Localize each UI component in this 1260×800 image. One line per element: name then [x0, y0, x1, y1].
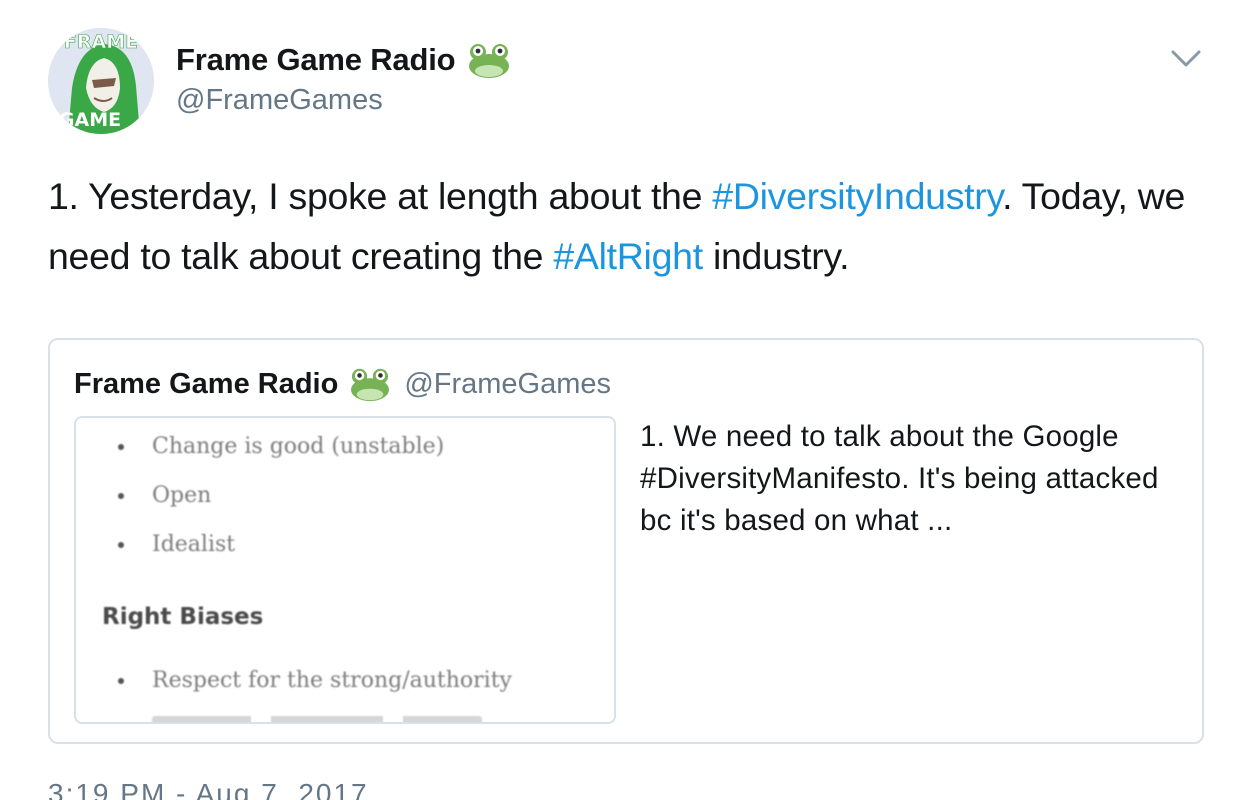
doc-bullet-item: Open	[118, 483, 211, 508]
author-handle[interactable]: @FrameGames	[176, 84, 511, 117]
tweet-timestamp[interactable]: 3:19 PM - Aug 7, 2017	[48, 778, 369, 800]
hashtag-link-altright[interactable]: #AltRight	[553, 235, 703, 277]
avatar-text-top: FRAME	[64, 31, 138, 53]
tweet-text: 1. Yesterday, I spoke at length about th…	[48, 166, 1218, 286]
doc-bullet-text: Respect for the strong/authority	[152, 668, 512, 693]
author-block: Frame Game Radio @FrameGames	[176, 40, 511, 117]
doc-bullet-item: Idealist	[118, 532, 235, 557]
bullet-icon	[118, 492, 124, 499]
quoted-tweet-text: 1. We need to talk about the Google #Div…	[640, 420, 1159, 537]
doc-cutoff-line	[152, 716, 482, 722]
avatar[interactable]: FRAME GAME	[48, 28, 154, 134]
display-name-row: Frame Game Radio	[176, 40, 511, 80]
bullet-icon	[118, 677, 124, 684]
doc-bullet-item: Respect for the strong/authority	[118, 668, 512, 693]
tweet-text-segment: industry.	[702, 235, 850, 277]
doc-bullet-text: Open	[152, 483, 212, 508]
frog-face-icon	[469, 44, 510, 78]
quoted-tweet-header: Frame Game Radio @FrameGames	[74, 362, 611, 406]
document-excerpt: Change is good (unstable) Open Idealist …	[76, 418, 614, 722]
quoted-tweet-card[interactable]: Frame Game Radio @FrameGames Change is g…	[48, 338, 1204, 744]
display-name[interactable]: Frame Game Radio	[176, 42, 456, 78]
quoted-media-image[interactable]: Change is good (unstable) Open Idealist …	[74, 416, 616, 724]
doc-heading: Right Biases	[102, 604, 264, 630]
doc-bullet-text: Idealist	[152, 532, 236, 557]
tweet-text-segment: 1. Yesterday, I spoke at length about th…	[48, 175, 713, 217]
hashtag-link-diversityindustry[interactable]: #DiversityIndustry	[712, 175, 1002, 217]
bullet-icon	[118, 541, 124, 548]
avatar-text-bottom: GAME	[59, 109, 121, 131]
tweet-card: FRAME GAME Frame Game Radio @FrameGames …	[0, 0, 1260, 800]
chevron-down-icon[interactable]	[1168, 40, 1204, 76]
avatar-image: FRAME GAME	[48, 28, 154, 134]
doc-bullet-item: Change is good (unstable)	[118, 434, 444, 459]
quoted-display-name: Frame Game Radio	[74, 367, 339, 400]
quoted-handle: @FrameGames	[404, 367, 612, 400]
bullet-icon	[118, 443, 124, 450]
frog-face-icon	[351, 368, 390, 402]
doc-bullet-text: Change is good (unstable)	[152, 434, 445, 459]
